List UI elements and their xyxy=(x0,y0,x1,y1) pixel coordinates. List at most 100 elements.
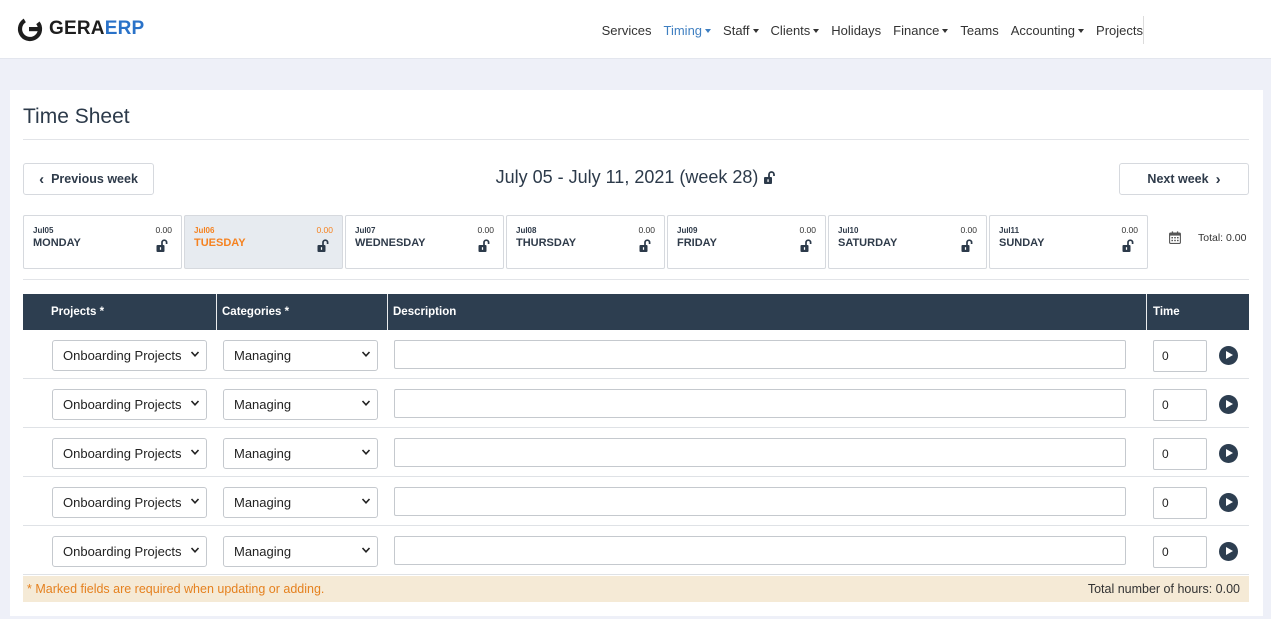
day-date: Jul10 xyxy=(838,226,859,235)
next-week-label: Next week xyxy=(1147,172,1209,186)
chevron-down-icon xyxy=(361,547,371,553)
table-header: Projects * Categories * Description Time xyxy=(23,294,1249,330)
nav-finance[interactable]: Finance xyxy=(893,23,949,38)
play-timer-button[interactable] xyxy=(1219,493,1238,512)
unlock-icon[interactable] xyxy=(763,170,777,185)
table-row: Onboarding Projects Managing 0 xyxy=(23,477,1249,526)
day-tab-monday[interactable]: Jul05 MONDAY 0.00 xyxy=(23,215,182,269)
day-tab-sunday[interactable]: Jul11 SUNDAY 0.00 xyxy=(989,215,1148,269)
nav-staff[interactable]: Staff xyxy=(723,23,759,38)
day-name: SATURDAY xyxy=(838,237,898,249)
header-time: Time xyxy=(1153,306,1180,318)
header-description: Description xyxy=(393,306,457,318)
play-timer-button[interactable] xyxy=(1219,346,1238,365)
time-input[interactable]: 0 xyxy=(1153,340,1207,372)
day-date: Jul11 xyxy=(999,226,1020,235)
unlock-icon[interactable] xyxy=(961,239,974,253)
next-week-button[interactable]: Next week › xyxy=(1119,163,1249,195)
page-title: Time Sheet xyxy=(23,105,130,128)
project-select[interactable]: Onboarding Projects xyxy=(52,438,207,469)
project-select[interactable]: Onboarding Projects xyxy=(52,487,207,518)
description-input[interactable] xyxy=(394,536,1126,565)
day-name: THURSDAY xyxy=(516,237,577,249)
day-date: Jul09 xyxy=(677,226,698,235)
nav-accounting[interactable]: Accounting xyxy=(1011,23,1085,38)
nav-projects[interactable]: Projects xyxy=(1096,23,1143,38)
project-select[interactable]: Onboarding Projects xyxy=(52,536,207,567)
time-input[interactable]: 0 xyxy=(1153,536,1207,568)
play-timer-button[interactable] xyxy=(1219,542,1238,561)
header-separator xyxy=(387,294,388,330)
description-input[interactable] xyxy=(394,340,1126,369)
day-name: TUESDAY xyxy=(194,237,246,249)
header-separator xyxy=(1146,294,1147,330)
day-hours: 0.00 xyxy=(1121,225,1138,235)
logo[interactable]: GERAERP xyxy=(17,16,144,42)
chevron-down-icon xyxy=(361,351,371,357)
day-name: MONDAY xyxy=(33,237,81,249)
play-icon xyxy=(1226,547,1233,555)
caret-down-icon xyxy=(752,28,759,33)
total-label: Total: 0.00 xyxy=(1198,231,1247,244)
category-select[interactable]: Managing xyxy=(223,536,378,567)
unlock-icon[interactable] xyxy=(156,239,169,253)
nav-holidays[interactable]: Holidays xyxy=(831,23,881,38)
category-select[interactable]: Managing xyxy=(223,438,378,469)
caret-down-icon xyxy=(942,28,949,33)
play-icon xyxy=(1226,400,1233,408)
week-total: Total: 0.00 xyxy=(1169,231,1246,244)
description-input[interactable] xyxy=(394,438,1126,467)
nav-services[interactable]: Services xyxy=(602,23,652,38)
total-hours: Total number of hours: 0.00 xyxy=(1087,582,1240,596)
chevron-down-icon xyxy=(190,498,200,504)
day-name: SUNDAY xyxy=(999,237,1045,249)
table-footer: * Marked fields are required when updati… xyxy=(23,576,1249,602)
header-projects: Projects * xyxy=(51,306,105,318)
table-row: Onboarding Projects Managing 0 xyxy=(23,526,1249,575)
logo-text: GERAERP xyxy=(49,18,145,39)
day-tab-friday[interactable]: Jul09 FRIDAY 0.00 xyxy=(667,215,826,269)
day-hours: 0.00 xyxy=(799,225,816,235)
day-name: WEDNESDAY xyxy=(355,237,426,249)
day-tab-thursday[interactable]: Jul08 THURSDAY 0.00 xyxy=(506,215,665,269)
nav-timing[interactable]: Timing xyxy=(664,23,712,38)
day-hours: 0.00 xyxy=(316,225,333,235)
day-tabs: Jul05 MONDAY 0.00 Jul06 TUESDAY 0.00 Jul… xyxy=(23,215,1150,269)
chevron-down-icon xyxy=(190,547,200,553)
chevron-down-icon xyxy=(361,449,371,455)
day-hours: 0.00 xyxy=(638,225,655,235)
description-input[interactable] xyxy=(394,389,1126,418)
play-icon xyxy=(1226,498,1233,506)
play-timer-button[interactable] xyxy=(1219,395,1238,414)
header-categories: Categories * xyxy=(222,306,290,318)
project-select[interactable]: Onboarding Projects xyxy=(52,340,207,371)
day-hours: 0.00 xyxy=(155,225,172,235)
category-select[interactable]: Managing xyxy=(223,340,378,371)
table-row: Onboarding Projects Managing 0 xyxy=(23,330,1249,379)
time-input[interactable]: 0 xyxy=(1153,438,1207,470)
time-input[interactable]: 0 xyxy=(1153,389,1207,421)
play-timer-button[interactable] xyxy=(1219,444,1238,463)
timesheet-card: Time Sheet ‹ Previous week July 05 - Jul… xyxy=(10,90,1263,616)
day-tab-saturday[interactable]: Jul10 SATURDAY 0.00 xyxy=(828,215,987,269)
unlock-icon[interactable] xyxy=(317,239,330,253)
day-name: FRIDAY xyxy=(677,237,717,249)
day-tab-wednesday[interactable]: Jul07 WEDNESDAY 0.00 xyxy=(345,215,504,269)
nav-clients[interactable]: Clients xyxy=(771,23,820,38)
main-nav: Services Timing Staff Clients Holidays F… xyxy=(590,19,1143,41)
chevron-right-icon: › xyxy=(1215,170,1221,188)
unlock-icon[interactable] xyxy=(800,239,813,253)
nav-teams[interactable]: Teams xyxy=(960,23,998,38)
day-date: Jul06 xyxy=(194,226,215,235)
unlock-icon[interactable] xyxy=(639,239,652,253)
category-select[interactable]: Managing xyxy=(223,487,378,518)
category-select[interactable]: Managing xyxy=(223,389,378,420)
project-select[interactable]: Onboarding Projects xyxy=(52,389,207,420)
unlock-icon[interactable] xyxy=(1122,239,1135,253)
description-input[interactable] xyxy=(394,487,1126,516)
time-input[interactable]: 0 xyxy=(1153,487,1207,519)
calendar-icon[interactable] xyxy=(1169,231,1181,244)
play-icon xyxy=(1226,351,1233,359)
unlock-icon[interactable] xyxy=(478,239,491,253)
day-tab-tuesday[interactable]: Jul06 TUESDAY 0.00 xyxy=(184,215,343,269)
